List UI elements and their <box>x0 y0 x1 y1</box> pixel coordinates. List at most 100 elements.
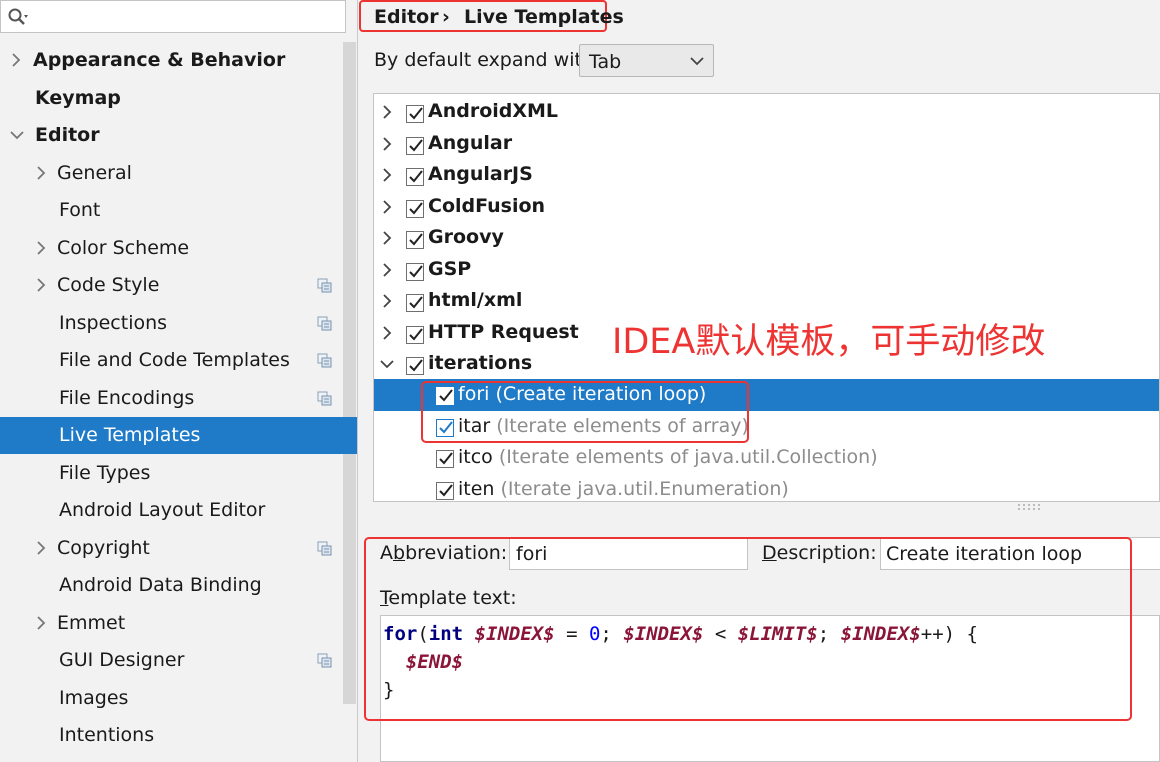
group-checkbox[interactable] <box>406 105 424 123</box>
nav-item-copyright[interactable]: Copyright <box>0 530 357 567</box>
chevron-right-icon[interactable] <box>380 230 394 246</box>
chevron-right-icon[interactable] <box>380 136 394 152</box>
project-scope-icon <box>317 353 332 368</box>
group-checkbox[interactable] <box>406 294 424 312</box>
splitter-grip-icon[interactable] <box>1016 503 1040 511</box>
nav-item-emmet[interactable]: Emmet <box>0 605 357 642</box>
nav-item-gui-designer[interactable]: GUI Designer <box>0 642 357 679</box>
nav-item-file-and-code-templates[interactable]: File and Code Templates <box>0 342 357 379</box>
nav-item-live-templates[interactable]: Live Templates <box>0 417 357 454</box>
template-group[interactable]: AngularJS <box>374 160 1159 191</box>
nav-item-code-style[interactable]: Code Style <box>0 267 357 304</box>
nav-item-label: Editor <box>35 124 100 146</box>
nav-item-label: Code Style <box>57 274 160 296</box>
template-description: (Iterate java.util.Enumeration) <box>500 477 789 500</box>
chevron-right-icon[interactable] <box>380 262 394 278</box>
nav-item-label: File Encodings <box>59 386 195 409</box>
group-checkbox[interactable] <box>406 325 424 344</box>
template-group[interactable]: ColdFusion <box>374 192 1159 223</box>
nav-item-label: Emmet <box>57 611 126 634</box>
template-group-label: Groovy <box>428 226 504 248</box>
group-checkbox[interactable] <box>406 199 424 218</box>
chevron-right-icon[interactable] <box>34 267 50 304</box>
template-abbreviation: iten <box>458 477 495 500</box>
template-group-label: HTTP Request <box>428 320 579 343</box>
chevron-right-icon[interactable] <box>34 155 50 192</box>
nav-item-label: File Types <box>59 461 151 484</box>
nav-item-label: Android Data Binding <box>59 574 262 596</box>
template-item[interactable]: iten (Iterate java.util.Enumeration) <box>374 474 1159 502</box>
group-checkbox[interactable] <box>406 262 424 281</box>
group-checkbox[interactable] <box>406 231 424 249</box>
template-group[interactable]: AndroidXML <box>374 97 1159 128</box>
nav-item-font[interactable]: Font <box>0 192 357 229</box>
chevron-right-icon[interactable] <box>380 325 394 341</box>
search-icon <box>8 8 28 25</box>
search-input[interactable] <box>37 4 341 30</box>
annotation-box-editor <box>364 537 1132 721</box>
chevron-down-icon[interactable] <box>380 356 394 372</box>
nav-item-label: Live Templates <box>59 424 201 446</box>
project-scope-icon <box>317 391 332 405</box>
template-group[interactable]: GSP <box>374 255 1159 286</box>
chevron-down-icon[interactable] <box>9 117 25 154</box>
template-checkbox[interactable] <box>436 481 454 500</box>
nav-item-inspections[interactable]: Inspections <box>0 305 357 342</box>
nav-item-appearance-behavior[interactable]: Appearance & Behavior <box>0 42 357 79</box>
group-checkbox[interactable] <box>406 168 424 186</box>
project-scope-icon <box>317 541 332 555</box>
nav-item-keymap[interactable]: Keymap <box>0 80 357 117</box>
template-group-label: GSP <box>428 257 472 280</box>
nav-item-editor[interactable]: Editor <box>0 117 357 154</box>
project-scope-icon <box>317 278 332 293</box>
breadcrumb-separator: › <box>442 6 450 28</box>
nav-item-label: Color Scheme <box>57 236 190 259</box>
nav-item-android-data-binding[interactable]: Android Data Binding <box>0 567 357 604</box>
nav-item-label: Inspections <box>59 311 168 334</box>
nav-item-general[interactable]: General <box>0 155 357 192</box>
breadcrumb-parent[interactable]: Editor <box>374 6 439 28</box>
chevron-right-icon[interactable] <box>34 530 50 567</box>
chevron-right-icon[interactable] <box>34 605 50 642</box>
chevron-right-icon[interactable] <box>9 42 25 79</box>
chevron-right-icon[interactable] <box>34 230 50 267</box>
template-group-label: iterations <box>428 352 533 374</box>
chevron-down-icon <box>690 57 704 66</box>
template-group-label: html/xml <box>428 289 523 311</box>
nav-item-label: Intentions <box>59 724 155 746</box>
template-group-label: ColdFusion <box>428 194 546 217</box>
project-scope-icon <box>317 653 332 668</box>
nav-item-intentions[interactable]: Intentions <box>0 717 357 754</box>
template-group[interactable]: Groovy <box>374 223 1159 254</box>
settings-nav-panel: Appearance & Behavior Keymap Editor General… <box>0 0 358 762</box>
nav-item-android-layout-editor[interactable]: Android Layout Editor <box>0 492 357 529</box>
template-group[interactable]: Angular <box>374 129 1159 160</box>
nav-item-label: Font <box>59 199 101 221</box>
template-label: itco (Iterate elements of java.util.Coll… <box>458 446 878 468</box>
annotation-text: IDEA默认模板，可手动修改 <box>612 322 1046 362</box>
nav-item-label: File and Code Templates <box>59 349 290 371</box>
chevron-right-icon[interactable] <box>380 167 394 183</box>
breadcrumb-current: Live Templates <box>464 6 624 28</box>
template-checkbox[interactable] <box>436 450 454 468</box>
search-field[interactable] <box>0 0 346 33</box>
nav-item-file-encodings[interactable]: File Encodings <box>0 380 357 417</box>
nav-item-images[interactable]: Images <box>0 680 357 717</box>
chevron-right-icon[interactable] <box>380 104 394 120</box>
nav-item-label: Android Layout Editor <box>59 499 266 521</box>
project-scope-icon <box>317 316 332 330</box>
chevron-right-icon[interactable] <box>380 199 394 215</box>
expand-with-value: Tab <box>589 51 622 73</box>
nav-item-label: Appearance & Behavior <box>33 49 286 71</box>
template-label: iten (Iterate java.util.Enumeration) <box>458 478 789 500</box>
template-group-label: Angular <box>428 131 513 154</box>
nav-item-label: Keymap <box>35 86 121 109</box>
annotation-box-templates <box>421 381 749 443</box>
group-checkbox[interactable] <box>406 357 424 375</box>
expand-with-select[interactable]: Tab <box>579 44 714 77</box>
group-checkbox[interactable] <box>406 136 424 155</box>
nav-item-file-types[interactable]: File Types <box>0 455 357 492</box>
chevron-right-icon[interactable] <box>380 293 394 309</box>
template-item[interactable]: itco (Iterate elements of java.util.Coll… <box>374 442 1159 474</box>
nav-item-color-scheme[interactable]: Color Scheme <box>0 230 357 267</box>
